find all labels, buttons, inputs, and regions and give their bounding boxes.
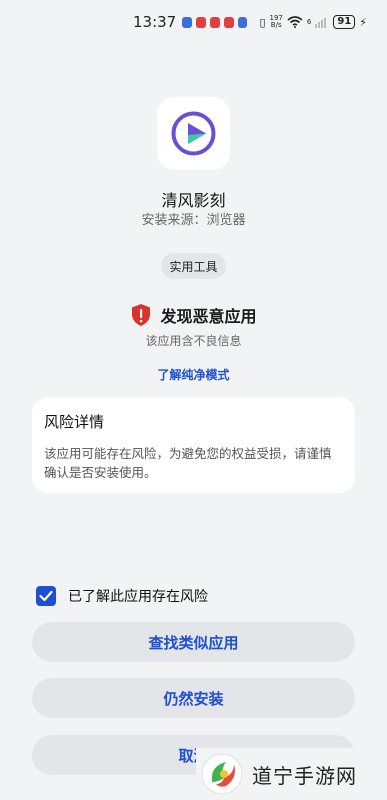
notification-icon-2 — [196, 16, 206, 28]
status-right: ▯ 197 B/s 6 91 ⚡ — [259, 15, 367, 29]
risk-acknowledge-checkbox[interactable] — [36, 586, 56, 606]
network-speed-unit: B/s — [270, 21, 282, 29]
notification-icon-5 — [237, 16, 248, 28]
signal-icon — [315, 18, 327, 28]
wifi-icon — [287, 16, 303, 28]
malware-warning: 发现恶意应用 — [0, 303, 387, 327]
status-time: 13:37 — [133, 13, 177, 31]
warning-subtitle: 该应用含不良信息 — [145, 334, 242, 348]
network-type: 6 — [306, 17, 312, 26]
risk-acknowledge-row[interactable]: 已了解此应用存在风险 — [36, 586, 208, 606]
risk-details-card: 风险详情 该应用可能存在风险，为避免您的权益受损，请谨慎确认是否安装使用。 — [32, 397, 355, 493]
vibrate-icon: ▯ — [259, 15, 266, 29]
status-bar: 13:37 ▯ 197 B/s 6 91 ⚡ — [0, 0, 387, 44]
play-circle-icon — [171, 111, 216, 156]
risk-acknowledge-label: 已了解此应用存在风险 — [68, 589, 208, 605]
risk-title: 风险详情 — [44, 413, 105, 431]
watermark: 道宁手游网 — [196, 748, 387, 800]
app-name: 清风影刻 — [161, 191, 226, 210]
category-tag: 实用工具 — [161, 253, 226, 279]
network-speed: 197 B/s — [270, 15, 283, 29]
notification-icon-4 — [223, 16, 234, 28]
app-icon — [157, 97, 230, 170]
find-similar-button[interactable]: 查找类似应用 — [32, 622, 355, 662]
notification-icon-3 — [209, 16, 220, 28]
battery-indicator: 91 — [333, 15, 356, 29]
install-source: 安装来源：浏览器 — [141, 213, 246, 228]
checkmark-icon — [39, 590, 53, 602]
warning-title: 发现恶意应用 — [160, 307, 257, 326]
notification-icon-1 — [182, 16, 193, 28]
shield-alert-icon — [132, 304, 151, 326]
watermark-text: 道宁手游网 — [252, 763, 357, 788]
charging-icon: ⚡ — [359, 15, 368, 29]
learn-pure-mode-link[interactable]: 了解纯净模式 — [0, 366, 387, 383]
risk-body: 该应用可能存在风险，为避免您的权益受损，请谨慎确认是否安装使用。 — [44, 446, 332, 480]
watermark-logo-icon — [201, 753, 243, 795]
install-anyway-button[interactable]: 仍然安装 — [32, 678, 355, 718]
